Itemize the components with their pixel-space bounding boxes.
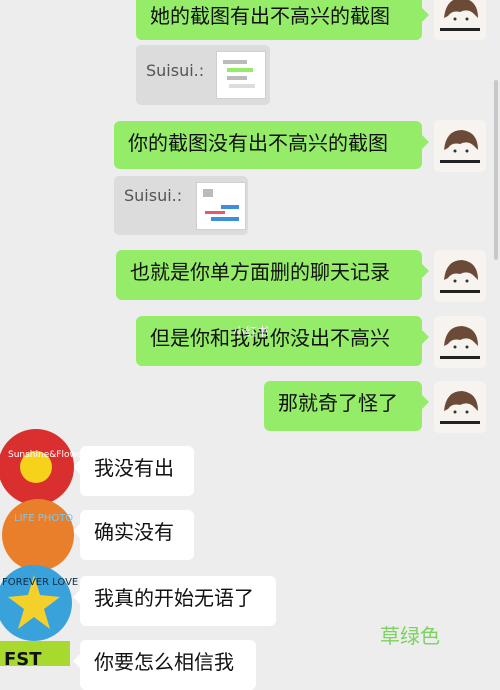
- avatar-image: [434, 120, 486, 172]
- watermark: 草绿色: [380, 624, 440, 648]
- message-text: 那就奇了怪了: [278, 391, 398, 415]
- message-bubble-other[interactable]: 我没有出: [73, 446, 194, 496]
- sticker-art: Sunshine&Flower LIFE PHOTO FOREVER LOVE …: [0, 429, 80, 666]
- forever-sticker-icon: FOREVER LOVE: [0, 565, 78, 641]
- message-bubble-other[interactable]: 我真的开始无语了: [73, 576, 276, 626]
- avatar-image: [434, 250, 486, 302]
- quoted-message[interactable]: Suisui.:: [114, 176, 248, 235]
- quote-sender: Suisui.:: [146, 61, 205, 80]
- message-text: 但是你和我说你没出不高兴: [150, 326, 390, 350]
- message-text: 我真的开始无语了: [94, 586, 254, 610]
- avatar-image: [434, 381, 486, 433]
- fst-sticker-icon: FST: [0, 641, 70, 666]
- quote-thumbnail[interactable]: [196, 182, 246, 230]
- quote-thumbnail[interactable]: [216, 51, 266, 99]
- message-bubble-self[interactable]: 但是你和我说你没出不高兴: [136, 316, 429, 366]
- watermark-center: 小红书: [233, 325, 270, 339]
- avatar-self[interactable]: [434, 0, 486, 40]
- avatar-image: [434, 316, 486, 368]
- flower-sticker-icon: Sunshine&Flower: [0, 429, 80, 505]
- avatar-self[interactable]: [434, 316, 486, 368]
- avatar-self[interactable]: [434, 381, 486, 433]
- message-bubble-other[interactable]: 确实没有: [73, 510, 194, 560]
- message-bubble-self[interactable]: 你的截图没有出不高兴的截图: [114, 121, 429, 169]
- message-text: 也就是你单方面删的聊天记录: [130, 260, 390, 284]
- scrollbar[interactable]: [494, 80, 498, 260]
- message-bubble-other[interactable]: 你要怎么相信我: [73, 640, 256, 690]
- sticker-text: FOREVER LOVE: [2, 577, 78, 588]
- sticker-stack: Sunshine&Flower LIFE PHOTO FOREVER LOVE …: [0, 425, 80, 666]
- sticker-text: Sunshine&Flower: [8, 450, 80, 460]
- sticker-text: LIFE PHOTO: [14, 513, 73, 524]
- quote-sender: Suisui.:: [124, 186, 183, 205]
- avatar-image: [434, 0, 486, 40]
- sticker-text: FST: [4, 649, 42, 666]
- message-text: 她的截图有出不高兴的截图: [150, 4, 390, 28]
- quoted-message[interactable]: Suisui.:: [136, 45, 270, 105]
- message-text: 你要怎么相信我: [94, 650, 234, 674]
- message-text: 你的截图没有出不高兴的截图: [128, 131, 388, 155]
- message-bubble-self[interactable]: 那就奇了怪了: [264, 381, 429, 431]
- message-text: 我没有出: [94, 456, 174, 480]
- photo-sticker-icon: LIFE PHOTO: [2, 499, 74, 571]
- avatar-self[interactable]: [434, 120, 486, 172]
- message-text: 确实没有: [94, 520, 174, 544]
- message-bubble-self[interactable]: 她的截图有出不高兴的截图: [136, 0, 429, 40]
- message-bubble-self[interactable]: 也就是你单方面删的聊天记录: [116, 250, 429, 300]
- avatar-self[interactable]: [434, 250, 486, 302]
